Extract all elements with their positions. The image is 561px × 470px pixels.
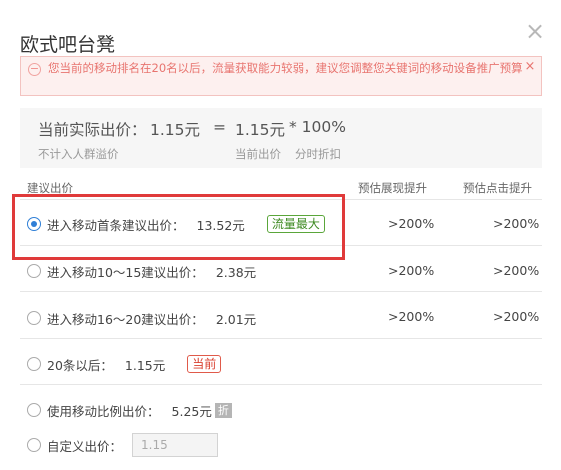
option-price: 1.15元 <box>124 357 166 373</box>
alert-message: 您当前的移动排名在20名以后，流量获取能力较弱，建议您调整您关键词的移动设备推广… <box>48 61 523 75</box>
show-lift-value: >200% <box>388 263 435 278</box>
option-label: 进入移动10～15建议出价： <box>47 264 204 280</box>
close-icon[interactable]: × <box>524 19 546 43</box>
header-click-lift: 预估点击提升 <box>463 181 532 195</box>
current-bid-summary: 当前实际出价： 1.15元 = 1.15元 * 100% 不计入人群溢价 当前出… <box>20 108 542 168</box>
show-lift-value: >200% <box>388 309 435 324</box>
current-badge: 当前 <box>187 355 222 373</box>
click-lift-value: >200% <box>493 263 540 278</box>
option-price: 2.38元 <box>215 264 257 280</box>
radio-custom-bid[interactable] <box>27 438 41 452</box>
option-after-20[interactable]: 20条以后： 1.15元 当前 <box>27 355 222 373</box>
divider <box>20 338 542 339</box>
dialog-title: 欧式吧台凳 <box>20 34 116 56</box>
option-label: 20条以后： <box>47 357 113 373</box>
option-label: 进入移动16～20建议出价： <box>47 311 204 327</box>
click-lift-value: >200% <box>493 309 540 324</box>
option-label: 自定义出价： <box>47 438 123 454</box>
radio-position-10-15[interactable] <box>27 264 41 278</box>
sub-label-crowd: 不计入人群溢价 <box>38 147 119 161</box>
highlight-box <box>12 194 345 260</box>
actual-price: 1.15元 <box>150 121 201 139</box>
sub-label-time-discount: 分时折扣 <box>295 147 341 161</box>
radio-after-20[interactable] <box>27 357 41 371</box>
warning-alert: − 您当前的移动排名在20名以后，流量获取能力较弱，建议您调整您关键词的移动设备… <box>20 56 542 96</box>
header-show-lift: 预估展现提升 <box>358 181 427 195</box>
multiplier: * 100% <box>289 118 346 136</box>
option-price: 2.01元 <box>215 311 257 327</box>
show-lift-value: >200% <box>388 216 435 231</box>
current-bid-value: 1.15元 <box>235 121 286 139</box>
radio-mobile-ratio[interactable] <box>27 403 41 417</box>
option-position-10-15[interactable]: 进入移动10～15建议出价： 2.38元 <box>27 262 256 280</box>
equals-sign: = <box>213 118 226 136</box>
discount-badge: 折 <box>214 402 232 418</box>
custom-bid-input[interactable] <box>132 433 219 457</box>
option-position-16-20[interactable]: 进入移动16～20建议出价： 2.01元 <box>27 309 256 327</box>
option-custom-bid[interactable]: 自定义出价： <box>27 432 219 458</box>
click-lift-value: >200% <box>493 216 540 231</box>
divider <box>20 384 542 385</box>
minus-circle-icon: − <box>28 62 41 76</box>
option-price: 5.25元 <box>171 403 212 419</box>
option-mobile-ratio[interactable]: 使用移动比例出价： 5.25元 折 <box>27 401 232 419</box>
sub-label-current-bid: 当前出价 <box>235 147 281 161</box>
radio-position-16-20[interactable] <box>27 311 41 325</box>
summary-label: 当前实际出价： <box>38 121 147 139</box>
alert-close-icon[interactable]: × <box>523 59 537 75</box>
divider <box>20 291 542 292</box>
option-label: 使用移动比例出价： <box>47 403 160 419</box>
